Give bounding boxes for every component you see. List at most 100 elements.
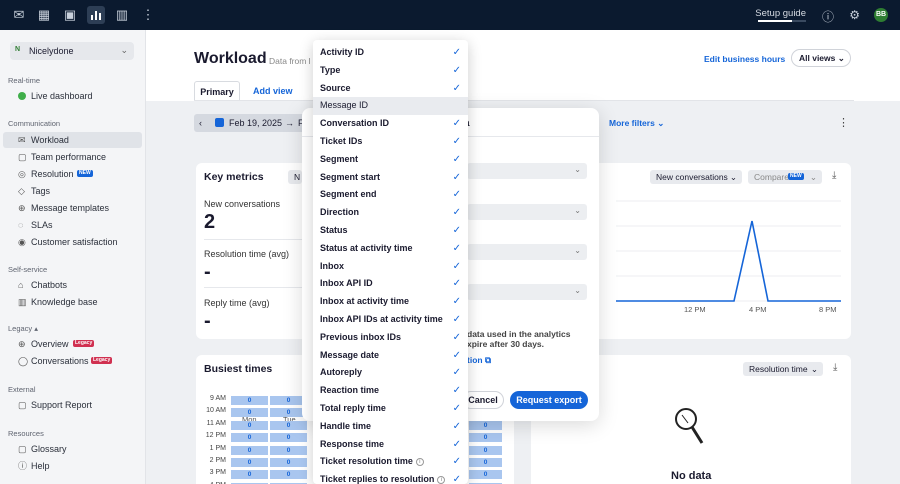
download-icon[interactable]: ⤓ bbox=[833, 362, 837, 373]
info-icon[interactable]: i bbox=[415, 458, 424, 467]
date-range-picker[interactable]: ‹ Feb 19, 2025 → F bbox=[194, 114, 312, 132]
dropdown-option[interactable]: Ticket replies to resolution i ✓ bbox=[313, 471, 468, 484]
sidebar-item-support-report[interactable]: ▢ Support Report bbox=[3, 397, 142, 413]
sidebar-item-label: Support Report bbox=[31, 400, 93, 410]
edit-business-hours-link[interactable]: Edit business hours bbox=[704, 54, 785, 64]
setup-guide-link[interactable]: Setup guide bbox=[755, 8, 806, 19]
dropdown-option[interactable]: Total reply time ✓ bbox=[313, 400, 468, 418]
sidebar-item-customer-satisfaction[interactable]: ◉ Customer satisfaction bbox=[3, 234, 142, 250]
help-icon[interactable]: ⓘ bbox=[822, 8, 834, 25]
sidebar-item-help[interactable]: ⓘ Help bbox=[3, 458, 142, 474]
sidebar-item-glossary[interactable]: ▢ Glossary bbox=[3, 441, 142, 457]
metric-label: Reply time (avg) bbox=[204, 298, 270, 308]
all-views-dropdown[interactable]: All views ⌄ bbox=[791, 49, 851, 67]
dropdown-option[interactable]: Status at activity time ✓ bbox=[313, 240, 468, 258]
dropdown-option[interactable]: Source ✓ bbox=[313, 80, 468, 98]
arrow-right-icon: → bbox=[285, 118, 294, 128]
modal-select-2[interactable]: ⌄ bbox=[467, 204, 587, 220]
workspace-switcher[interactable]: N Nicelydone ⌄ bbox=[10, 42, 134, 60]
legacy-badge: Legacy bbox=[91, 357, 113, 364]
request-export-button[interactable]: Request export bbox=[510, 391, 588, 409]
dropdown-option[interactable]: Autoreply ✓ bbox=[313, 364, 468, 382]
dropdown-option-label: Ticket resolution time bbox=[320, 456, 413, 467]
dropdown-option[interactable]: Inbox at activity time ✓ bbox=[313, 293, 468, 311]
checkmark-icon: ✓ bbox=[452, 242, 461, 254]
modal-select-4[interactable]: ⌄ bbox=[467, 284, 587, 300]
chevron-left-icon[interactable]: ‹ bbox=[199, 114, 202, 132]
inbox-icon[interactable]: ✉ bbox=[10, 6, 28, 24]
dropdown-option[interactable]: Inbox API IDs at activity time ✓ bbox=[313, 311, 468, 329]
dropdown-option[interactable]: Ticket resolution time i ✓ bbox=[313, 453, 468, 471]
section-legacy[interactable]: Legacy ▴ bbox=[8, 324, 38, 333]
info-icon[interactable]: i bbox=[437, 476, 446, 484]
dropdown-option[interactable]: Handle time ✓ bbox=[313, 418, 468, 436]
section-external: External bbox=[8, 385, 36, 394]
sidebar-item-slas[interactable]: ◌ SLAs bbox=[3, 217, 142, 233]
tab-primary[interactable]: Primary bbox=[194, 81, 240, 101]
dropdown-option[interactable]: Segment end ✓ bbox=[313, 186, 468, 204]
dropdown-option[interactable]: Previous inbox IDs ✓ bbox=[313, 329, 468, 347]
checkmark-icon: ✓ bbox=[452, 420, 461, 432]
dropdown-option[interactable]: Ticket IDs ✓ bbox=[313, 133, 468, 151]
more-filters-button[interactable]: More filters ⌄ bbox=[609, 118, 664, 129]
checkmark-icon: ✓ bbox=[452, 278, 461, 290]
series-select[interactable]: New conversations ⌄ bbox=[650, 170, 742, 184]
sidebar-item-label: Live dashboard bbox=[31, 91, 93, 101]
glossary-icon: ▢ bbox=[18, 444, 27, 454]
cancel-button[interactable]: Cancel bbox=[462, 391, 504, 409]
dropdown-option[interactable]: Status ✓ bbox=[313, 222, 468, 240]
contacts-icon[interactable]: ▣ bbox=[61, 6, 79, 24]
dropdown-option[interactable]: Reaction time ✓ bbox=[313, 382, 468, 400]
dropdown-option[interactable]: Message ID bbox=[313, 97, 468, 116]
dropdown-option[interactable]: Activity ID ✓ bbox=[313, 44, 468, 62]
dropdown-option[interactable]: Conversation ID ✓ bbox=[313, 115, 468, 133]
chevron-down-icon: ⌄ bbox=[837, 53, 845, 63]
chevron-up-icon: ▴ bbox=[34, 324, 39, 333]
book-icon[interactable]: ▥ bbox=[113, 6, 131, 24]
modal-learn-link[interactable]: tion ⧉ bbox=[467, 355, 491, 366]
dropdown-option[interactable]: Segment ✓ bbox=[313, 151, 468, 169]
sidebar-item-message-templates[interactable]: ⊕ Message templates bbox=[3, 200, 142, 216]
avatar[interactable]: BB bbox=[874, 8, 888, 22]
checkmark-icon: ✓ bbox=[452, 118, 461, 130]
modal-select-3[interactable]: ⌄ bbox=[467, 244, 587, 260]
dropdown-option[interactable]: Inbox API ID ✓ bbox=[313, 275, 468, 293]
gear-icon[interactable]: ⚙ bbox=[849, 8, 860, 22]
heatmap-cell: 0 bbox=[270, 445, 307, 455]
columns-dropdown: Activity ID ✓ Type ✓ Source ✓ Message ID Conver… bbox=[313, 40, 468, 484]
key-metrics-filter[interactable]: N bbox=[288, 170, 302, 184]
tab-add-view[interactable]: Add view bbox=[253, 81, 293, 101]
dropdown-option[interactable]: Type ✓ bbox=[313, 62, 468, 80]
calendar-icon[interactable]: ▦ bbox=[35, 6, 53, 24]
sidebar-item-tags[interactable]: ◇ Tags bbox=[3, 183, 142, 199]
sidebar-item-conversations[interactable]: ◯ Conversations Legacy bbox=[3, 353, 142, 369]
legacy-badge: Legacy bbox=[73, 340, 95, 347]
modal-select-1[interactable]: ⌄ bbox=[467, 163, 587, 179]
sidebar-item-overview[interactable]: ⊕ Overview Legacy bbox=[3, 336, 142, 352]
sidebar-item-label: Chatbots bbox=[31, 280, 68, 290]
sidebar-item-chatbots[interactable]: ⌂ Chatbots bbox=[3, 277, 142, 293]
sidebar-item-resolution[interactable]: ◎ Resolution NEW bbox=[3, 166, 142, 182]
more-icon[interactable]: ⋮ bbox=[139, 6, 157, 24]
sidebar-item-live-dashboard[interactable]: Live dashboard bbox=[3, 88, 142, 104]
dropdown-option[interactable]: Inbox ✓ bbox=[313, 258, 468, 276]
download-icon[interactable]: ⤓ bbox=[832, 170, 836, 181]
dropdown-option-label: Inbox API ID bbox=[320, 278, 373, 289]
dropdown-option[interactable]: Direction ✓ bbox=[313, 204, 468, 222]
workspace-logo: N bbox=[15, 46, 21, 53]
sidebar-item-team-performance[interactable]: ▢ Team performance bbox=[3, 149, 142, 165]
analytics-icon[interactable] bbox=[87, 6, 105, 24]
dropdown-option[interactable]: Segment start ✓ bbox=[313, 169, 468, 187]
checkmark-icon: ✓ bbox=[452, 314, 461, 325]
divider bbox=[204, 239, 304, 240]
dropdown-option[interactable]: Response time ✓ bbox=[313, 436, 468, 454]
dropdown-option[interactable]: Message date ✓ bbox=[313, 347, 468, 365]
kebab-menu-icon[interactable]: ⋮ bbox=[838, 116, 849, 129]
resolution-select[interactable]: Resolution time ⌄ bbox=[743, 362, 823, 376]
heatmap-row-label: 3 PM bbox=[209, 469, 226, 477]
sidebar-item-workload[interactable]: ✉ Workload bbox=[3, 132, 142, 148]
metric-label: Resolution time (avg) bbox=[204, 249, 290, 259]
sidebar-item-knowledge-base[interactable]: ▥ Knowledge base bbox=[3, 294, 142, 310]
compare-toggle[interactable]: Compare NEW ⌄ bbox=[748, 170, 822, 184]
checkmark-icon: ✓ bbox=[452, 207, 461, 219]
